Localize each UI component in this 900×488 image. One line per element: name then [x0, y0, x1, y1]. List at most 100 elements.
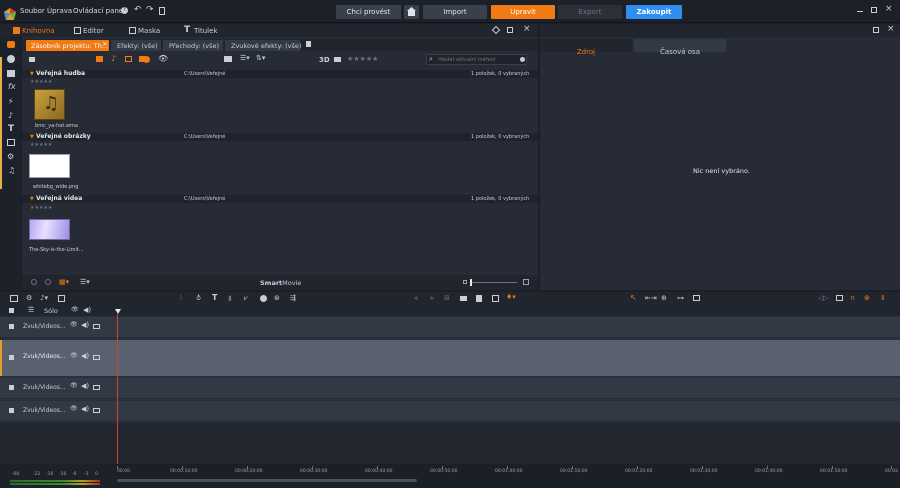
redo-icon[interactable]: ↷ — [146, 5, 154, 15]
collapse-arrow-icon[interactable]: ▼ — [30, 134, 34, 140]
playhead-line[interactable] — [117, 314, 118, 486]
text-tool-icon[interactable]: T — [212, 293, 217, 302]
speaker-menu-icon[interactable]: ♪▾ — [40, 294, 48, 302]
import-button[interactable]: Import — [423, 5, 487, 19]
speaker-icon[interactable]: ◀) — [81, 352, 89, 360]
track-monitor-icon[interactable] — [93, 408, 100, 413]
effects-icon[interactable]: fx — [8, 82, 16, 91]
subtab-project-bin[interactable]: Zásobník projektu: Th... × — [26, 40, 109, 51]
close-icon[interactable]: × — [885, 4, 893, 14]
ripple-icon[interactable]: ⇤⇥ — [645, 294, 657, 302]
track-row[interactable]: Zvuk/Videos... 👁 ◀) — [0, 401, 900, 422]
filter-3d-label[interactable]: 3D — [319, 56, 330, 64]
search-box[interactable]: ⌕ — [426, 54, 527, 65]
close-panel-icon[interactable]: × — [887, 24, 895, 34]
track-name[interactable]: Zvuk/Videos... — [23, 384, 66, 391]
home-button[interactable] — [404, 5, 419, 19]
collapse-timeline-icon[interactable]: ⇕ — [880, 294, 886, 302]
visibility-icon[interactable]: 👁 — [70, 352, 78, 359]
export-button[interactable]: Export — [558, 5, 622, 19]
stereo-icon[interactable] — [334, 57, 341, 62]
storyboard-icon[interactable] — [10, 295, 18, 302]
minimize-icon[interactable] — [857, 11, 863, 12]
upravit-button[interactable]: Upravit — [491, 5, 555, 19]
settings-icon[interactable]: ⚙ — [7, 152, 14, 161]
track-row[interactable]: Zvuk/Videos... 👁 ◀) — [0, 317, 900, 338]
marker-color-icon[interactable]: ♦▾ — [506, 293, 516, 301]
subtab-sound-effects[interactable]: Zvukové efekty: (vše) — [225, 40, 301, 51]
visibility-icon[interactable]: 👁 — [70, 382, 78, 389]
track-monitor-icon[interactable] — [93, 385, 100, 390]
speaker-icon[interactable]: ◀) — [81, 405, 89, 413]
visibility-icon[interactable]: 👁 — [70, 321, 78, 328]
tab-maska[interactable]: Maska — [138, 27, 160, 35]
folder-icon[interactable] — [224, 56, 232, 62]
pin-icon[interactable] — [491, 25, 501, 35]
list-icon[interactable]: ☰ — [28, 306, 34, 314]
razor-icon[interactable]: ⫶ — [180, 294, 182, 303]
lock-icon[interactable] — [9, 355, 14, 360]
tab-casova-osa[interactable]: Časová osa — [634, 39, 726, 56]
media-thumbnail[interactable]: ♫ — [34, 89, 65, 120]
fill-icon[interactable]: ⊛ — [274, 294, 280, 302]
media-thumbnail[interactable] — [29, 154, 70, 178]
clip-icon[interactable] — [460, 296, 467, 301]
section-header-videos[interactable]: ▼ Veřejná videa C:\Users\Veřejné 1 polož… — [22, 195, 538, 203]
speaker-icon[interactable]: ◀) — [83, 306, 91, 314]
next-icon[interactable]: ⫸ — [430, 294, 434, 303]
section-rating[interactable]: ★★★★★ — [30, 205, 52, 211]
snap-icon[interactable] — [260, 295, 267, 302]
track-name[interactable]: Zvuk/Videos... — [23, 323, 66, 330]
audio-settings-icon[interactable]: ◁▷ — [818, 294, 829, 302]
visibility-icon[interactable]: 👁 — [71, 306, 79, 313]
lock-icon[interactable] — [9, 324, 14, 329]
media-thumbnail[interactable] — [29, 219, 70, 240]
link-clips-icon[interactable]: ⊗ — [864, 294, 870, 302]
maximize-icon[interactable] — [871, 7, 877, 13]
speaker-icon[interactable]: ◀) — [81, 321, 89, 329]
solo-label[interactable]: Sólo — [44, 307, 58, 315]
pointer-tool-icon[interactable]: ↖ — [630, 293, 637, 302]
trim-icon[interactable]: ⇶ — [290, 294, 296, 302]
menu-ovladaci-panel[interactable]: Ovládací panel — [73, 7, 125, 15]
clear-search-icon[interactable] — [520, 57, 525, 62]
prev-icon[interactable]: ⫷ — [414, 294, 418, 303]
timeline-ruler[interactable] — [115, 464, 900, 488]
search-input[interactable] — [438, 56, 518, 64]
transitions-icon[interactable]: ⚡ — [8, 97, 14, 106]
thumbnail-size-slider[interactable] — [470, 279, 517, 286]
details-view-icon[interactable]: ☰▾ — [80, 278, 90, 286]
text-icon[interactable]: T — [8, 124, 14, 134]
group-icon[interactable] — [492, 295, 499, 302]
tag-icon[interactable] — [29, 57, 35, 62]
track-name[interactable]: Zvuk/Videos... — [23, 353, 66, 360]
chci-provest-button[interactable]: Chci provést — [336, 5, 401, 19]
close-panel-icon[interactable]: × — [523, 24, 531, 34]
collection-icon[interactable] — [7, 55, 15, 63]
timeline-empty-area[interactable] — [0, 423, 900, 468]
copy-icon[interactable] — [58, 295, 65, 302]
thumb-large-icon[interactable] — [523, 279, 529, 285]
track-monitor-icon[interactable] — [93, 355, 100, 360]
lock-icon[interactable] — [9, 308, 14, 313]
menu-soubor[interactable]: Soubor — [20, 7, 45, 15]
tab-knihovna[interactable]: Knihovna — [22, 27, 55, 35]
magnet-icon[interactable]: ∩ — [850, 294, 855, 302]
speaker-icon[interactable]: ◀) — [81, 382, 89, 390]
undo-icon[interactable]: ↶ — [134, 5, 142, 15]
image-tool-icon[interactable] — [693, 295, 700, 301]
grid-view-icon[interactable]: ▦▾ — [59, 278, 69, 286]
section-rating[interactable]: ★★★★★ — [30, 142, 52, 148]
tab-titulek[interactable]: Titulek — [194, 27, 218, 35]
visibility-icon[interactable]: 👁 — [70, 405, 78, 412]
media-icon[interactable] — [7, 70, 15, 77]
track-row-selected[interactable]: Zvuk/Videos... 👁 ◀) — [0, 340, 900, 376]
track-row[interactable]: Zvuk/Videos... 👁 ◀) — [0, 378, 900, 399]
tab-editor[interactable]: Editor — [83, 27, 104, 35]
split-icon[interactable]: ⩗ — [244, 294, 248, 303]
audio-tool-icon[interactable]: ⫫ — [228, 294, 232, 303]
slip-icon[interactable]: ⊕ — [661, 294, 667, 302]
restore-panel-icon[interactable] — [507, 27, 513, 33]
filter-rating[interactable]: ★★★★★ — [347, 55, 378, 63]
montage-icon[interactable] — [7, 139, 15, 146]
